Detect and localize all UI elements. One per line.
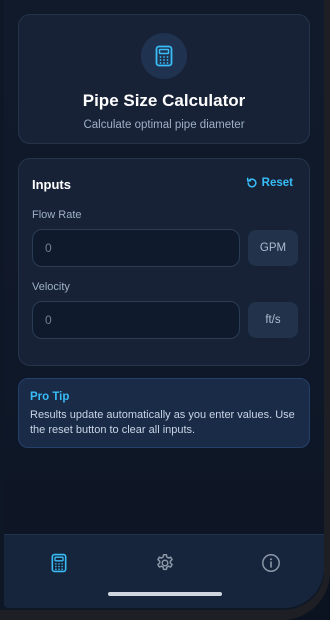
header-card: Pipe Size Calculator Calculate optimal p… <box>18 14 310 144</box>
bottom-nav <box>4 534 324 608</box>
nav-settings[interactable] <box>151 549 179 577</box>
velocity-input[interactable] <box>32 301 240 339</box>
velocity-label: Velocity <box>32 281 70 293</box>
page-subtitle: Calculate optimal pipe diameter <box>83 119 245 131</box>
pro-tip-title: Pro Tip <box>30 391 70 403</box>
reset-label: Reset <box>261 177 293 189</box>
calculator-icon <box>141 33 187 79</box>
inputs-title: Inputs <box>32 177 71 192</box>
calculator-icon <box>51 553 67 573</box>
reset-button[interactable]: Reset <box>246 177 293 189</box>
pro-tip-card: Pro Tip Results update automatically as … <box>18 378 310 448</box>
gear-icon <box>157 554 173 571</box>
inputs-card: Inputs Reset Flow Rate GPM Velocity ft/s <box>18 158 310 366</box>
nav-info[interactable] <box>257 549 285 577</box>
page-title: Pipe Size Calculator <box>82 91 246 110</box>
velocity-unit: ft/s <box>248 302 298 338</box>
home-indicator <box>108 592 222 596</box>
flow-rate-input[interactable] <box>32 229 240 267</box>
pro-tip-text: Results update automatically as you ente… <box>30 409 295 436</box>
info-icon <box>262 554 280 572</box>
nav-calculator[interactable] <box>45 549 73 577</box>
reset-icon <box>246 177 257 188</box>
flow-rate-label: Flow Rate <box>32 209 82 221</box>
phone-frame: Pipe Size Calculator Calculate optimal p… <box>0 0 330 620</box>
flow-rate-unit: GPM <box>248 230 298 266</box>
app-screen: Pipe Size Calculator Calculate optimal p… <box>4 0 324 608</box>
